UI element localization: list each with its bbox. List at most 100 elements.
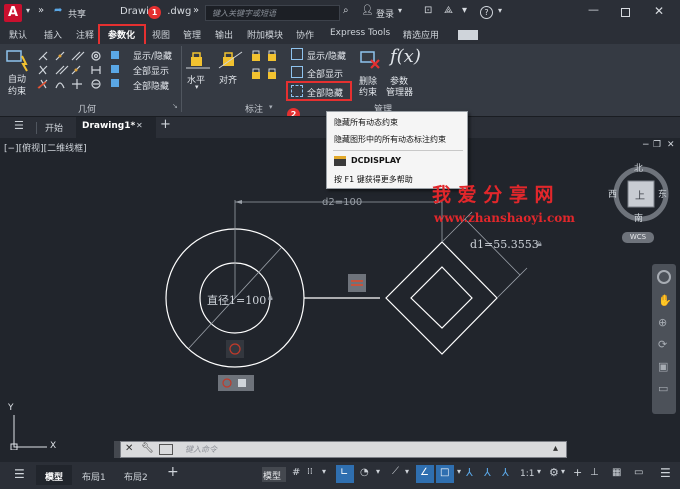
- tab-default[interactable]: 默认: [9, 28, 27, 41]
- command-input[interactable]: 键入命令: [185, 444, 217, 455]
- snap-dropdown-icon[interactable]: ▾: [322, 467, 326, 476]
- maximize-icon[interactable]: [621, 8, 630, 17]
- share-button[interactable]: 共享: [68, 7, 86, 20]
- minimize-icon[interactable]: —: [588, 3, 599, 16]
- showmotion-icon[interactable]: ▣: [658, 360, 668, 373]
- a360-icon[interactable]: ⟁: [444, 5, 453, 16]
- pan-icon[interactable]: ✋: [658, 294, 672, 307]
- polar-icon[interactable]: ◔: [360, 467, 369, 478]
- cart-icon[interactable]: ⊡: [424, 5, 432, 16]
- geom-show-hide-button[interactable]: 显示/隐藏: [133, 49, 172, 62]
- tab-manage[interactable]: 管理: [183, 28, 201, 41]
- viewport-restore-icon[interactable]: ❐: [653, 140, 661, 150]
- help-icon[interactable]: ?: [480, 6, 493, 19]
- add-layout-icon[interactable]: +: [167, 464, 179, 480]
- tab-annotate[interactable]: 注释: [76, 28, 94, 41]
- tab-output[interactable]: 输出: [215, 28, 233, 41]
- viewport-close-icon[interactable]: ✕: [667, 140, 675, 150]
- tab-express-tools[interactable]: Express Tools: [330, 28, 390, 38]
- tab-addins[interactable]: 附加模块: [247, 28, 283, 41]
- layout1-tab[interactable]: 布局1: [82, 470, 106, 483]
- close-icon[interactable]: ✕: [654, 4, 664, 18]
- horizontal-dim-button[interactable]: 水平 ▾: [184, 48, 214, 94]
- cmdline-dropdown-icon[interactable]: ▴: [553, 443, 558, 454]
- autoscale-icon[interactable]: ⅄: [484, 466, 491, 479]
- file-tab-menu-icon[interactable]: ☰: [14, 119, 24, 132]
- isodraft-icon[interactable]: ⟋: [392, 466, 399, 477]
- polar-dropdown-icon[interactable]: ▾: [376, 467, 380, 476]
- cmdline-history-icon[interactable]: [159, 444, 173, 455]
- viewport-minimize-icon[interactable]: −: [642, 140, 650, 150]
- file-tab-drawing1[interactable]: Drawing1* ✕: [76, 117, 156, 139]
- tab-insert[interactable]: 插入: [44, 28, 62, 41]
- dim-show-hide-button[interactable]: 显示/隐藏: [307, 49, 346, 62]
- ribbon-options-icon[interactable]: [458, 30, 478, 40]
- compass-east[interactable]: 东: [658, 187, 667, 200]
- app-menu-chevron-icon[interactable]: ▾: [26, 6, 30, 15]
- geometry-dialog-launcher-icon[interactable]: ↘: [172, 102, 178, 110]
- dimension-dropdown-icon[interactable]: ▾: [269, 103, 273, 111]
- quick-properties-icon[interactable]: ▦: [612, 467, 621, 478]
- dim-top-label[interactable]: d2=100: [322, 197, 362, 208]
- user-icon[interactable]: 👤︎: [361, 5, 374, 16]
- scale-selector[interactable]: 1:1: [520, 469, 534, 479]
- add-icon[interactable]: +: [573, 466, 582, 479]
- file-tab-start[interactable]: 开始: [45, 121, 63, 134]
- annotation-scale-icon[interactable]: ⅄: [502, 466, 509, 479]
- zoom-extents-icon[interactable]: ⊕: [658, 316, 667, 329]
- help-chevron-icon[interactable]: ▾: [498, 6, 502, 15]
- model-space-button[interactable]: 模型: [262, 467, 286, 482]
- geom-hide-all-button[interactable]: 全部隐藏: [133, 79, 169, 92]
- close-tab-icon[interactable]: ✕: [136, 121, 143, 130]
- dim-diameter-label[interactable]: 直径1=100: [207, 292, 266, 308]
- new-tab-icon[interactable]: +: [160, 117, 171, 132]
- delete-constraints-button[interactable]: 删除 约束: [356, 48, 384, 98]
- layout-menu-icon[interactable]: ☰: [14, 467, 25, 481]
- ortho-icon[interactable]: ∟: [336, 465, 354, 483]
- customization-menu-icon[interactable]: ☰: [660, 466, 671, 480]
- clean-screen-icon[interactable]: ▭: [634, 467, 643, 478]
- compass-west[interactable]: 西: [608, 187, 617, 200]
- object-snap-icon[interactable]: □: [436, 465, 454, 483]
- model-tab[interactable]: 模型: [36, 465, 72, 485]
- orbit-icon[interactable]: ⟳: [658, 338, 667, 351]
- geometric-constraints-grid[interactable]: [36, 48, 130, 100]
- nav-options-icon[interactable]: ▭: [658, 382, 668, 395]
- share-icon[interactable]: ➦: [54, 5, 62, 16]
- annotation-visibility-icon[interactable]: ⅄: [466, 466, 473, 479]
- quick-access-more-icon[interactable]: »: [38, 5, 44, 16]
- dim-diamond-label[interactable]: d1=55.3553: [470, 238, 539, 251]
- search-more-icon[interactable]: »: [193, 5, 199, 16]
- compass-north[interactable]: 北: [634, 161, 643, 174]
- auto-constrain-button[interactable]: 自动 约束: [4, 48, 32, 98]
- layout2-tab[interactable]: 布局2: [124, 470, 148, 483]
- search-icon[interactable]: ⌕: [343, 5, 349, 16]
- grid-icon[interactable]: #: [292, 467, 300, 478]
- apps-chevron-icon[interactable]: ▾: [462, 5, 467, 16]
- autocad-logo[interactable]: A: [4, 4, 22, 22]
- isodraft-dropdown-icon[interactable]: ▾: [405, 467, 409, 476]
- aligned-dim-button[interactable]: 对齐: [216, 48, 246, 94]
- workspace-dropdown-icon[interactable]: ▾: [561, 467, 565, 476]
- geom-show-all-button[interactable]: 全部显示: [133, 64, 169, 77]
- tab-view[interactable]: 视图: [152, 28, 170, 41]
- login-button[interactable]: 登录: [376, 7, 394, 20]
- object-snap-tracking-icon[interactable]: ∠: [416, 465, 434, 483]
- search-input[interactable]: 键入关键字或短语: [205, 5, 340, 21]
- units-icon[interactable]: ⊥: [590, 467, 599, 478]
- compass-south[interactable]: 南: [634, 211, 643, 224]
- viewcube-top-face[interactable]: 上: [635, 187, 645, 202]
- tab-featured-apps[interactable]: 精选应用: [403, 28, 439, 41]
- wcs-menu[interactable]: WCS: [622, 232, 654, 243]
- snap-icon[interactable]: ⁞⁞: [307, 467, 313, 477]
- scale-dropdown-icon[interactable]: ▾: [537, 467, 541, 476]
- cmdline-customize-icon[interactable]: 🔧︎: [141, 443, 154, 454]
- parameters-manager-button[interactable]: f(x) 参数 管理器: [386, 46, 421, 98]
- tab-collaborate[interactable]: 协作: [296, 28, 314, 41]
- dim-show-all-button[interactable]: 全部显示: [307, 67, 343, 80]
- osnap-dropdown-icon[interactable]: ▾: [457, 467, 461, 476]
- command-line[interactable]: ✕ 🔧︎ 键入命令 ▴: [120, 441, 567, 458]
- cmdline-close-icon[interactable]: ✕: [125, 443, 133, 454]
- dimensional-constraints-grid[interactable]: [248, 48, 284, 98]
- login-chevron-icon[interactable]: ▾: [398, 6, 402, 15]
